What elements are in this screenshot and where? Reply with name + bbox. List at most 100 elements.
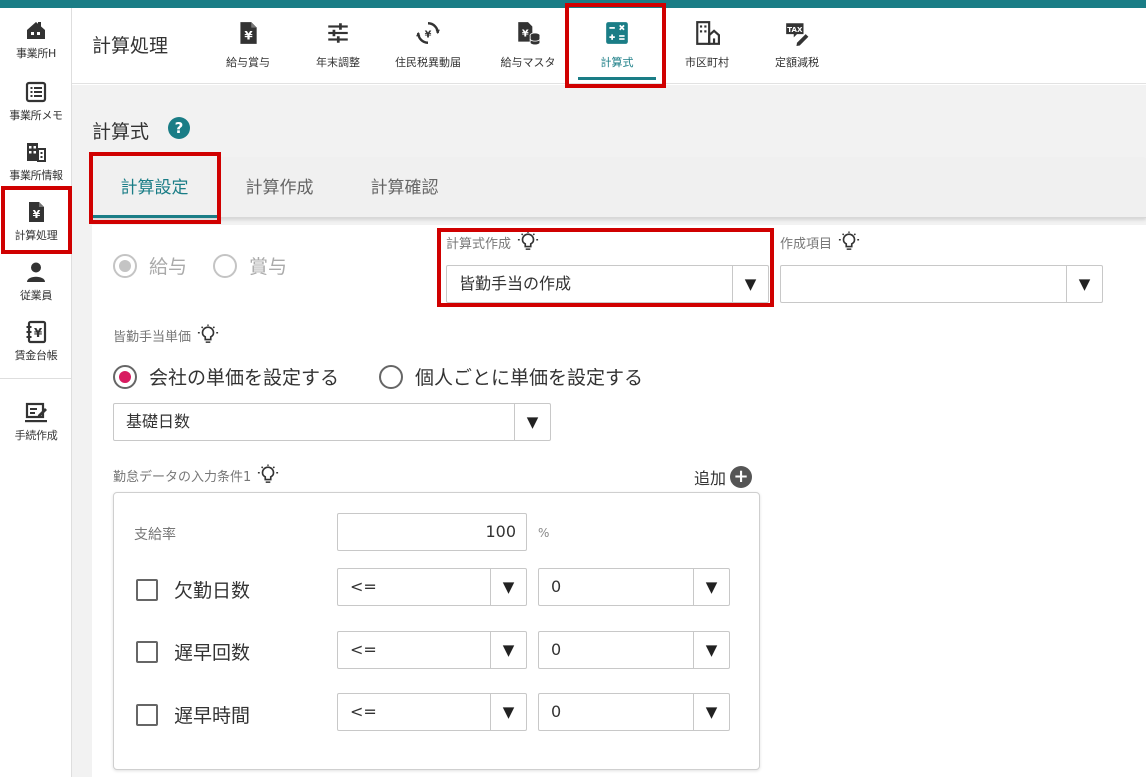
absence-days-checkbox[interactable]: 欠勤日数	[136, 576, 250, 603]
sidebar-item-employees[interactable]: 従業員	[0, 254, 72, 312]
nav-payroll-master[interactable]: ¥ 給与マスタ	[483, 8, 573, 84]
late-early-time-value-select[interactable]: 0 ▼	[538, 693, 730, 731]
yen-document-icon: ¥	[29, 202, 44, 222]
absence-days-label: 欠勤日数	[174, 580, 251, 602]
late-early-count-operator: <=	[350, 640, 377, 659]
svg-text:¥: ¥	[522, 28, 529, 39]
condition-box: 支給率 100 % 欠勤日数 <= ▼ 0 ▼ 遅早回数 <= ▼ 0 ▼ 遅早…	[113, 492, 760, 770]
radio-bonus[interactable]: 賞与	[213, 252, 287, 279]
header-title: 計算処理	[92, 35, 169, 57]
absence-days-operator-select[interactable]: <= ▼	[337, 568, 527, 606]
top-accent-bar	[0, 0, 1146, 8]
formula-create-label-text: 計算式作成	[446, 236, 512, 252]
sidebar-item-procedure[interactable]: 手続作成	[0, 394, 72, 452]
svg-text:¥: ¥	[33, 208, 41, 221]
form-edit-icon	[25, 402, 47, 423]
tax-edit-icon: TAX	[786, 23, 809, 46]
sidebar-item-calc[interactable]: ¥ 計算処理	[0, 194, 72, 252]
radio-individual-unit-price[interactable]: 個人ごとに単価を設定する	[379, 363, 643, 390]
create-item-label-text: 作成項目	[780, 236, 833, 252]
yen-document-icon: ¥	[240, 22, 257, 44]
lightbulb-icon	[838, 231, 860, 250]
tab-calc-settings[interactable]: 計算設定	[92, 158, 217, 218]
ledger-icon: ¥	[26, 320, 47, 344]
nav-label: 市区町村	[685, 56, 729, 69]
radio-company-unit-price[interactable]: 会社の単価を設定する	[113, 363, 339, 390]
radio-individual-unit-price-indicator	[379, 364, 403, 389]
checkbox-box	[136, 578, 158, 601]
tab-calc-create[interactable]: 計算作成	[217, 158, 342, 218]
late-early-time-checkbox[interactable]: 遅早時間	[136, 701, 250, 728]
radio-company-unit-price-indicator	[113, 364, 137, 389]
sidebar-item-office-info[interactable]: 事業所情報	[0, 134, 72, 192]
late-early-count-operator-select[interactable]: <= ▼	[337, 631, 527, 669]
late-early-count-checkbox[interactable]: 遅早回数	[136, 638, 250, 665]
chevron-down-icon[interactable]: ▼	[693, 694, 729, 730]
nav-active-indicator	[578, 77, 656, 80]
nav-label: 計算式	[600, 56, 634, 69]
sidebar-item-label: 手続作成	[14, 429, 58, 442]
checkbox-box	[136, 703, 158, 726]
sidebar-item-label: 事業所情報	[9, 169, 63, 182]
pay-rate-input[interactable]: 100	[337, 513, 527, 551]
nav-payroll-bonus[interactable]: ¥ 給与賞与	[203, 8, 293, 84]
svg-text:¥: ¥	[34, 326, 43, 340]
nav-fixed-tax-reduction[interactable]: TAX 定額減税	[752, 8, 842, 84]
nav-formula[interactable]: 計算式	[572, 8, 662, 84]
nav-label: 年末調整	[316, 56, 360, 69]
chevron-down-icon[interactable]: ▼	[514, 404, 550, 440]
nav-label: 住民税異動届	[395, 56, 461, 69]
create-item-select[interactable]: ▼	[780, 265, 1103, 303]
tab-bar: 計算設定 計算作成 計算確認	[92, 158, 1146, 218]
yen-database-icon: ¥	[518, 22, 541, 46]
create-item-label: 作成項目	[780, 231, 860, 253]
late-early-time-operator: <=	[350, 702, 377, 721]
radio-bonus-label: 賞与	[249, 256, 288, 278]
absence-days-value-select[interactable]: 0 ▼	[538, 568, 730, 606]
conditions-label: 勤怠データの入力条件1	[113, 464, 279, 486]
nav-label: 定額減税	[775, 56, 819, 69]
radio-salary-label: 給与	[149, 256, 188, 278]
late-early-count-label: 遅早回数	[174, 642, 251, 664]
chevron-down-icon[interactable]: ▼	[693, 632, 729, 668]
chevron-down-icon[interactable]: ▼	[1066, 266, 1102, 302]
svg-text:¥: ¥	[425, 29, 432, 40]
tab-calc-confirm[interactable]: 計算確認	[342, 158, 467, 218]
radio-company-unit-price-label: 会社の単価を設定する	[149, 367, 340, 389]
late-early-count-value: 0	[551, 640, 562, 659]
sidebar-divider	[0, 378, 72, 379]
pay-rate-label: 支給率	[134, 527, 176, 543]
nav-resident-tax-transfer[interactable]: ¥ 住民税異動届	[383, 8, 473, 84]
nav-year-end[interactable]: 年末調整	[293, 8, 383, 84]
sidebar-item-label: 事業所H	[15, 47, 57, 60]
sidebar-item-wage-ledger[interactable]: ¥ 賃金台帳	[0, 314, 72, 372]
lightbulb-icon	[258, 464, 279, 483]
app-root: 事業所H 事業所メモ 事業所情報 ¥ 計算処理 従業員 ¥ 賃金台帳 手続作成 …	[0, 0, 1146, 777]
chevron-down-icon[interactable]: ▼	[490, 569, 526, 605]
settings-panel: 給与 賞与 計算式作成 皆勤手当の作成 ▼ 作成項目 ▼ 皆勤手当単価 会社の単…	[92, 225, 1146, 777]
radio-individual-unit-price-label: 個人ごとに単価を設定する	[415, 367, 644, 389]
lightbulb-icon	[517, 231, 539, 250]
formula-create-select[interactable]: 皆勤手当の作成 ▼	[446, 265, 769, 303]
add-condition-button[interactable]: 追加 +	[694, 465, 753, 489]
nav-municipality[interactable]: 市区町村	[662, 8, 752, 84]
late-early-count-value-select[interactable]: 0 ▼	[538, 631, 730, 669]
nav-label: 給与賞与	[226, 56, 270, 69]
basis-select[interactable]: 基礎日数 ▼	[113, 403, 551, 441]
chevron-down-icon[interactable]: ▼	[490, 694, 526, 730]
chevron-down-icon[interactable]: ▼	[693, 569, 729, 605]
help-icon[interactable]: ?	[168, 117, 190, 139]
sidebar-item-office-memo[interactable]: 事業所メモ	[0, 74, 72, 132]
late-early-time-operator-select[interactable]: <= ▼	[337, 693, 527, 731]
page-title: 計算式	[92, 121, 150, 143]
header: 計算処理 ¥ 給与賞与 年末調整 ¥ 住民税異動届 ¥ 給与マスタ 計算式 市区…	[72, 8, 1146, 84]
sidebar-item-office-home[interactable]: 事業所H	[0, 12, 72, 70]
radio-salary[interactable]: 給与	[113, 252, 187, 279]
chevron-down-icon[interactable]: ▼	[732, 266, 768, 302]
pay-rate-unit: %	[538, 526, 550, 540]
chevron-down-icon[interactable]: ▼	[490, 632, 526, 668]
formula-create-label: 計算式作成	[446, 231, 539, 253]
add-condition-label: 追加	[694, 469, 727, 488]
formula-create-value: 皆勤手当の作成	[459, 274, 572, 293]
basis-value: 基礎日数	[126, 412, 191, 431]
